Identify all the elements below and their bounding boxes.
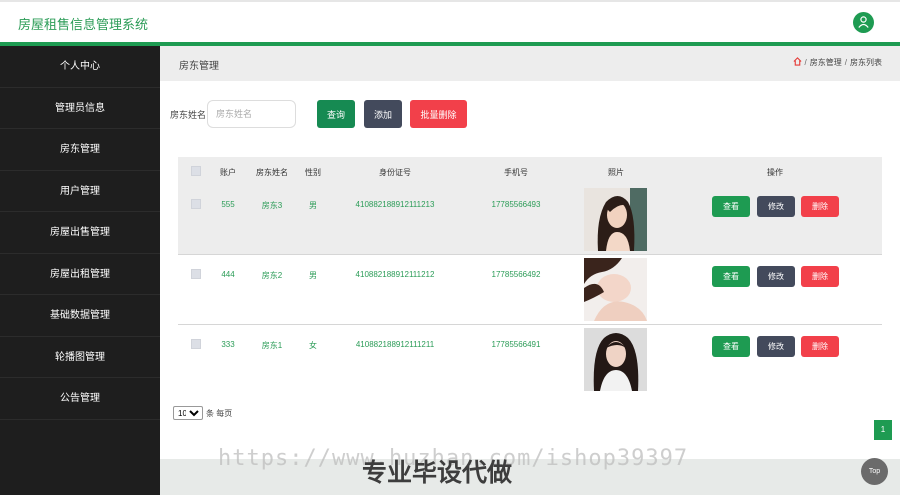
page-title: 房东管理 — [179, 61, 219, 72]
view-button[interactable]: 查看 — [712, 266, 750, 287]
view-button[interactable]: 查看 — [712, 336, 750, 357]
watermark-text: 专业毕设代做 — [362, 458, 513, 487]
edit-button[interactable]: 修改 — [757, 266, 795, 287]
cell-id-number: 410882188912111212 — [355, 270, 435, 279]
delete-button[interactable]: 删除 — [801, 336, 839, 357]
breadcrumb-item-landlord[interactable]: 房东管理 — [810, 57, 842, 68]
cell-phone: 17785566491 — [491, 340, 541, 349]
sidebar-item-house-rent[interactable]: 房屋出租管理 — [0, 254, 160, 295]
search-input[interactable] — [207, 100, 296, 128]
cell-name: 房东3 — [261, 201, 283, 210]
landlord-photo[interactable] — [584, 258, 647, 321]
back-to-top-button[interactable]: Top — [861, 458, 888, 485]
column-header-name: 房东姓名 — [256, 168, 288, 177]
column-header-actions: 操作 — [767, 168, 783, 177]
column-header-account: 账户 — [220, 168, 236, 177]
top-bar: 房屋租售信息管理系统 — [0, 0, 900, 42]
app-title: 房屋租售信息管理系统 — [18, 17, 149, 32]
sidebar-item-carousel[interactable]: 轮播图管理 — [0, 337, 160, 378]
sidebar-item-base-data[interactable]: 基础数据管理 — [0, 295, 160, 337]
table-row[interactable]: 333 房东1 女 410882188912111211 17785566491… — [178, 325, 882, 395]
column-header-phone: 手机号 — [504, 168, 528, 177]
row-checkbox[interactable] — [191, 339, 201, 349]
add-button[interactable]: 添加 — [364, 100, 402, 128]
delete-button[interactable]: 删除 — [801, 196, 839, 217]
landlord-table: 账户 房东姓名 性别 身份证号 手机号 照片 操作 555 房东3 男 4108… — [178, 157, 882, 395]
cell-name: 房东1 — [261, 341, 283, 350]
breadcrumb-item-landlord-list: 房东列表 — [850, 58, 882, 67]
sidebar-item-notice[interactable]: 公告管理 — [0, 378, 160, 420]
batch-delete-button[interactable]: 批量删除 — [410, 100, 467, 128]
landlord-photo[interactable] — [584, 328, 647, 391]
table-header: 账户 房东姓名 性别 身份证号 手机号 照片 操作 — [178, 157, 882, 185]
table-row[interactable]: 555 房东3 男 410882188912111213 17785566493… — [178, 185, 882, 255]
page-size-select[interactable]: 10 20 50 — [173, 406, 203, 420]
landlord-photo[interactable] — [584, 188, 647, 251]
user-avatar-icon[interactable] — [853, 12, 874, 33]
cell-id-number: 410882188912111213 — [355, 200, 435, 209]
sidebar-item-house-sale[interactable]: 房屋出售管理 — [0, 212, 160, 254]
sidebar-item-landlord[interactable]: 房东管理 — [0, 129, 160, 171]
query-button[interactable]: 查询 — [317, 100, 355, 128]
sidebar-item-profile[interactable]: 个人中心 — [0, 46, 160, 88]
sidebar-item-admin-info[interactable]: 管理员信息 — [0, 88, 160, 129]
edit-button[interactable]: 修改 — [757, 196, 795, 217]
page-button-current[interactable]: 1 — [874, 420, 892, 440]
cell-name: 房东2 — [261, 271, 283, 280]
breadcrumb: / 房东管理 / 房东列表 — [793, 57, 882, 68]
page-size-label: 条 每页 — [206, 409, 233, 418]
breadcrumb-bar: 房东管理 / 房东管理 / 房东列表 — [160, 46, 900, 81]
main-content: 房东管理 / 房东管理 / 房东列表 房东姓名 查询 添加 批量删除 账户 房东… — [160, 46, 900, 495]
column-header-photo: 照片 — [608, 168, 624, 177]
cell-phone: 17785566493 — [491, 200, 541, 209]
row-checkbox[interactable] — [191, 269, 201, 279]
search-label: 房东姓名 — [170, 110, 207, 120]
cell-gender: 男 — [309, 271, 317, 280]
column-header-id-number: 身份证号 — [379, 168, 411, 177]
sidebar: 个人中心 管理员信息 房东管理 用户管理 房屋出售管理 房屋出租管理 基础数据管… — [0, 46, 160, 495]
edit-button[interactable]: 修改 — [757, 336, 795, 357]
table-row[interactable]: 444 房东2 男 410882188912111212 17785566492… — [178, 255, 882, 325]
view-button[interactable]: 查看 — [712, 196, 750, 217]
cell-id-number: 410882188912111211 — [355, 340, 435, 349]
column-header-gender: 性别 — [305, 168, 321, 177]
row-checkbox[interactable] — [191, 199, 201, 209]
cell-gender: 女 — [309, 341, 317, 350]
delete-button[interactable]: 删除 — [801, 266, 839, 287]
sidebar-item-users[interactable]: 用户管理 — [0, 171, 160, 212]
breadcrumb-separator: / — [844, 58, 847, 67]
cell-account: 555 — [221, 200, 235, 209]
home-icon[interactable] — [793, 57, 802, 68]
cell-phone: 17785566492 — [491, 270, 541, 279]
breadcrumb-separator: / — [804, 58, 807, 67]
cell-account: 444 — [221, 270, 235, 279]
cell-gender: 男 — [309, 201, 317, 210]
cell-account: 333 — [221, 340, 235, 349]
select-all-checkbox[interactable] — [191, 166, 201, 176]
